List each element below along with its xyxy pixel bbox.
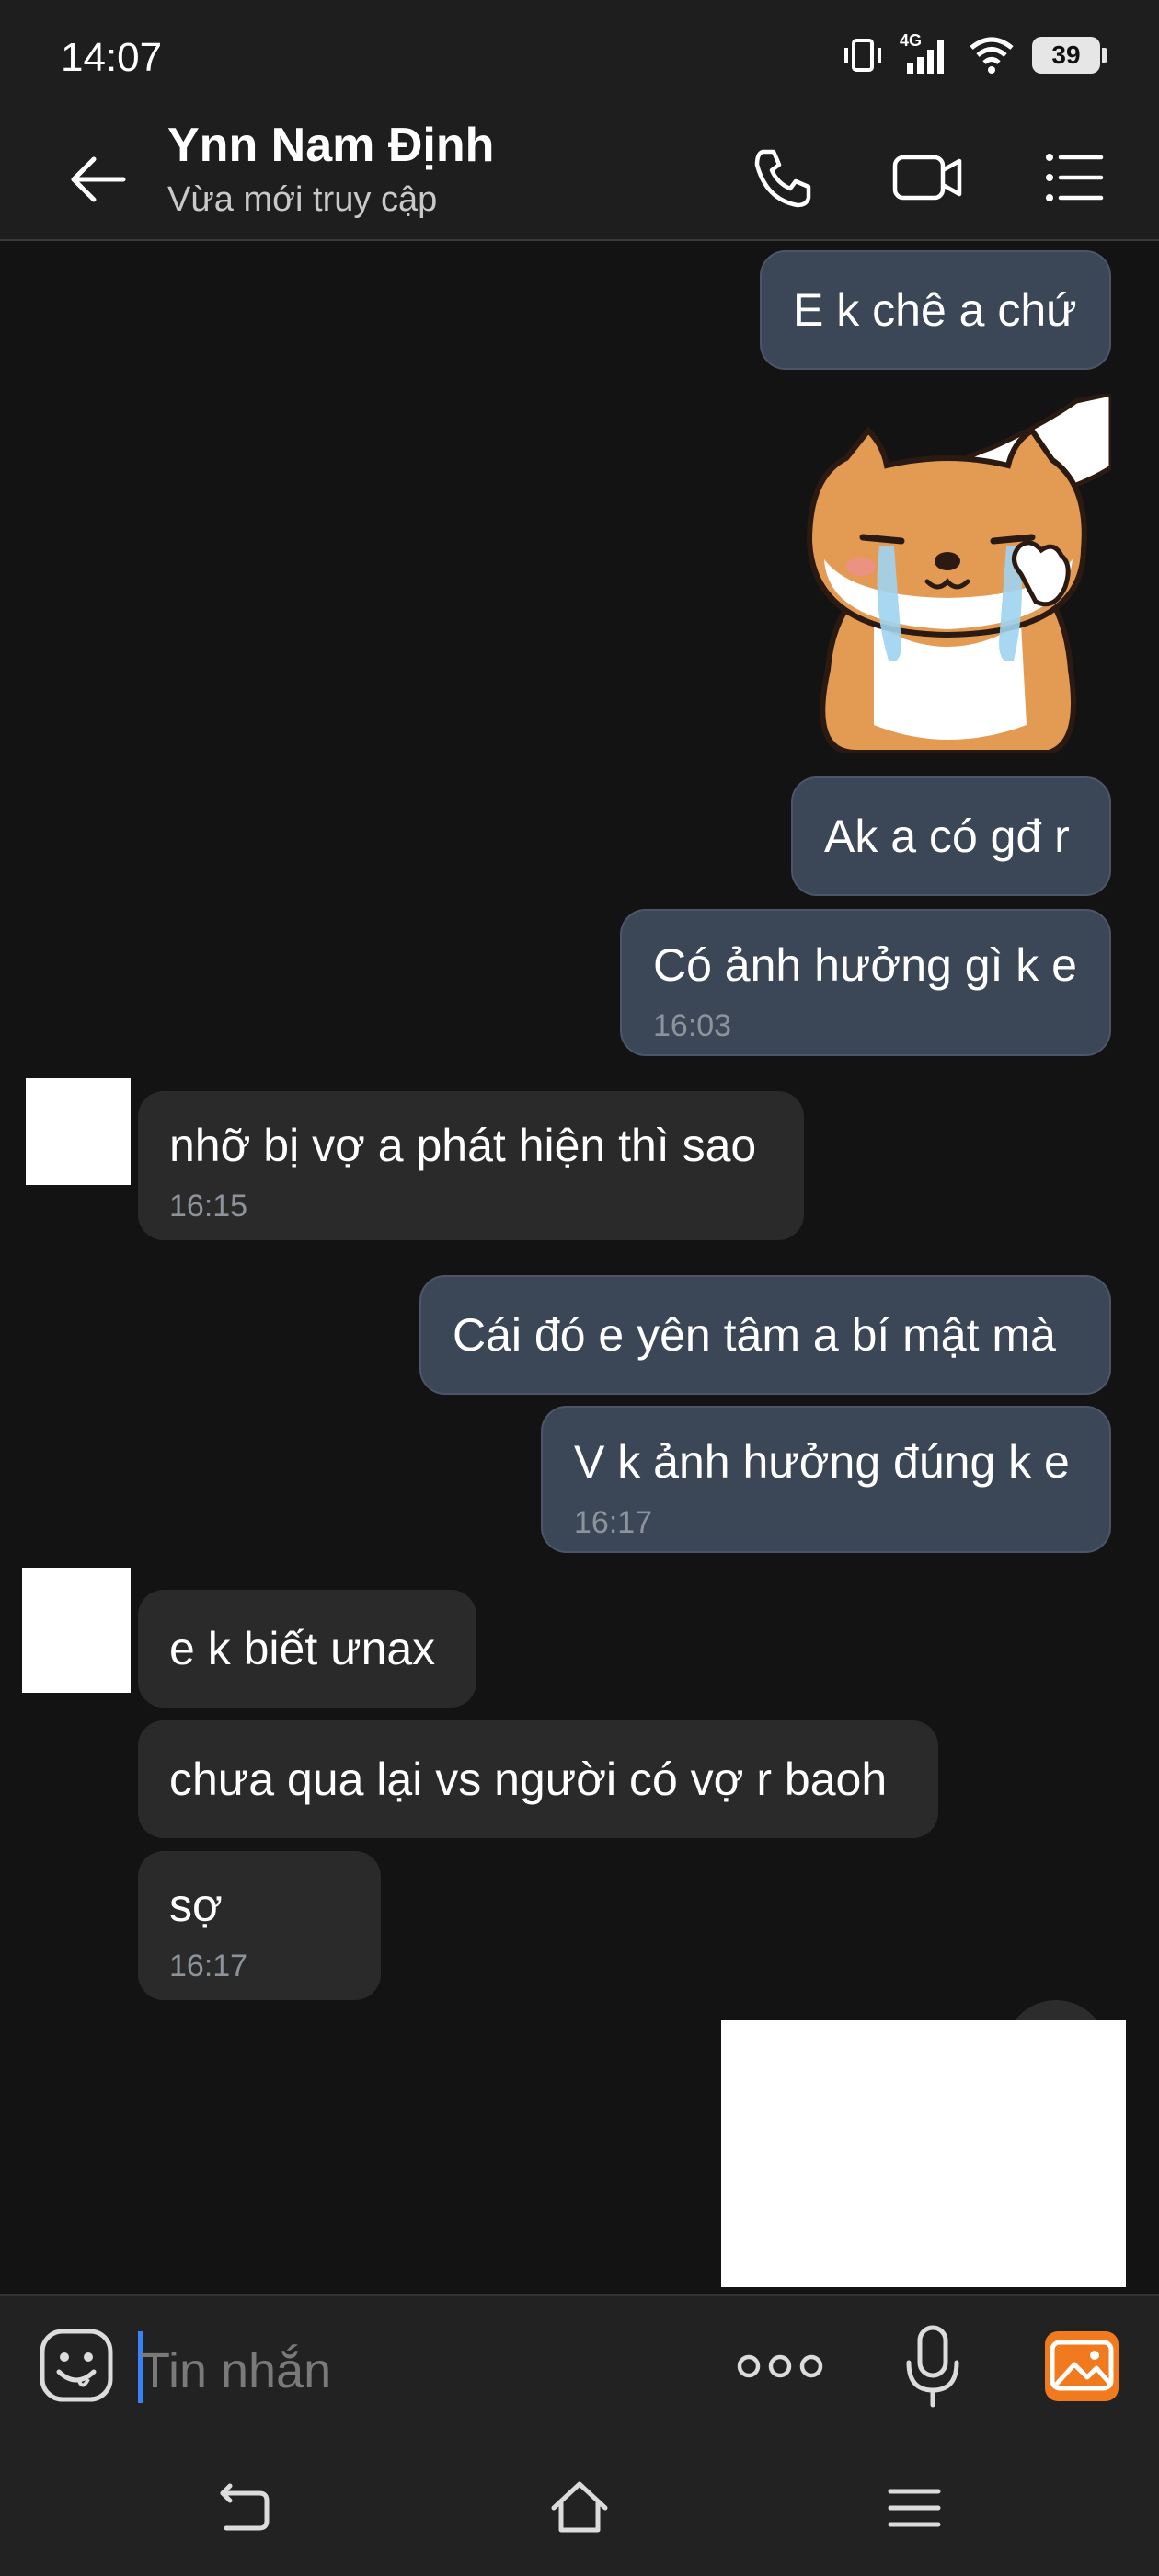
- emoji-sticker-icon: [40, 2329, 113, 2402]
- message-text: V k ảnh hưởng đúng k e: [574, 1436, 1070, 1488]
- message-outgoing[interactable]: V k ảnh hưởng đúng k e 16:17: [541, 1406, 1111, 1553]
- contact-status: Vừa mới truy cập: [167, 180, 438, 219]
- nav-back-button[interactable]: [213, 2475, 278, 2539]
- message-text: Cái đó e yên tâm a bí mật mà: [453, 1309, 1056, 1361]
- status-bar: 14:07 4G 39: [0, 0, 1159, 120]
- redacted-image: [721, 2020, 1126, 2287]
- vibrate-icon: [844, 39, 881, 72]
- status-icons: 4G 39: [843, 31, 1107, 75]
- message-text: Có ảnh hưởng gì k e: [653, 939, 1077, 991]
- avatar[interactable]: [22, 1568, 131, 1693]
- video-camera-icon: [892, 155, 962, 201]
- status-time: 14:07: [61, 35, 163, 80]
- call-button[interactable]: [743, 138, 822, 217]
- message-text: Ak a có gđ r: [824, 811, 1070, 862]
- microphone-icon: [906, 2325, 959, 2408]
- message-outgoing[interactable]: Ak a có gđ r: [791, 776, 1111, 896]
- emoji-button[interactable]: [35, 2324, 118, 2407]
- avatar[interactable]: [26, 1078, 131, 1185]
- shiba-sticker-image: [806, 390, 1114, 755]
- crying-shiba-sticker[interactable]: [773, 390, 1114, 755]
- signal-icon: 4G: [900, 31, 951, 75]
- voice-message-button[interactable]: [896, 2320, 970, 2412]
- nav-home-button[interactable]: [546, 2475, 613, 2541]
- message-incoming[interactable]: nhỡ bị vợ a phát hiện thì sao 16:15: [138, 1091, 804, 1240]
- video-call-button[interactable]: [889, 138, 968, 217]
- message-incoming[interactable]: e k biết ưnax: [138, 1590, 476, 1708]
- message-timestamp: 16:17: [574, 1505, 653, 1540]
- message-timestamp: 16:15: [169, 1189, 248, 1224]
- nav-recents-button[interactable]: [881, 2475, 947, 2541]
- message-outgoing[interactable]: E k chê a chứ: [760, 250, 1111, 370]
- message-text: chưa qua lại vs người có vợ r baoh: [169, 1754, 888, 1805]
- recents-menu-icon: [888, 2489, 941, 2527]
- message-input[interactable]: Tin nhắn: [140, 2342, 331, 2399]
- message-outgoing[interactable]: Có ảnh hưởng gì k e 16:03: [620, 909, 1111, 1056]
- home-icon: [551, 2481, 608, 2533]
- message-text: e k biết ưnax: [169, 1623, 436, 1674]
- message-timestamp: 16:03: [653, 1008, 732, 1043]
- contact-name[interactable]: Ynn Nam Định: [167, 118, 494, 173]
- more-options-button[interactable]: [732, 2337, 828, 2396]
- back-button[interactable]: [63, 138, 145, 221]
- message-outgoing[interactable]: Cái đó e yên tâm a bí mật mà: [419, 1275, 1111, 1395]
- phone-icon: [754, 149, 811, 208]
- image-gallery-icon: [1045, 2331, 1119, 2401]
- message-text: E k chê a chứ: [793, 284, 1077, 336]
- message-incoming[interactable]: sợ 16:17: [138, 1851, 381, 2000]
- battery-icon: 39: [1032, 37, 1107, 74]
- back-arrow-icon: [71, 156, 126, 202]
- gallery-button[interactable]: [1043, 2329, 1120, 2403]
- menu-button[interactable]: [1034, 138, 1113, 217]
- more-dots-icon: [737, 2354, 823, 2378]
- wifi-icon: [970, 37, 1014, 74]
- list-menu-icon: [1046, 154, 1104, 201]
- nav-back-icon: [220, 2483, 270, 2531]
- message-timestamp: 16:17: [169, 1949, 248, 1984]
- message-incoming[interactable]: chưa qua lại vs người có vợ r baoh: [138, 1720, 938, 1838]
- message-text: nhỡ bị vợ a phát hiện thì sao: [169, 1120, 757, 1171]
- message-text: sợ: [169, 1880, 223, 1931]
